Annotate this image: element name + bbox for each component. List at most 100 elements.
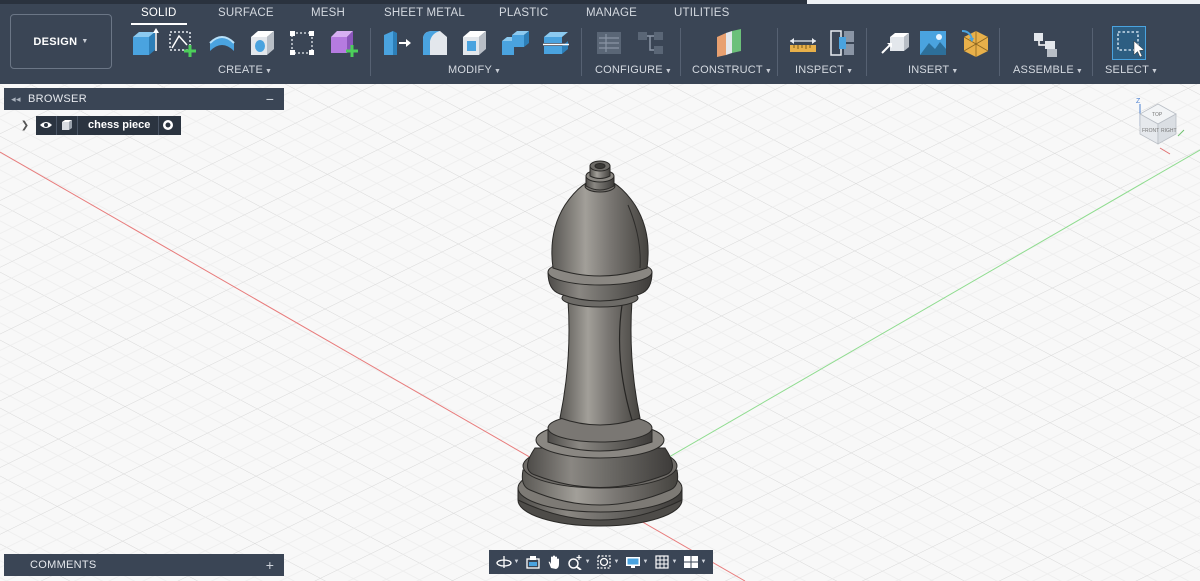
measure-icon[interactable] [788, 27, 818, 59]
construct-group-label: CONSTRUCT [692, 64, 763, 76]
zoom-button[interactable]: ▼ [567, 554, 591, 570]
split-body-icon[interactable] [541, 27, 571, 59]
component-icon [57, 115, 78, 135]
viewcube-front-label: FRONT [1142, 128, 1159, 134]
tab-plastic[interactable]: PLASTIC [499, 7, 548, 19]
dimension-sketch-icon[interactable] [288, 27, 318, 59]
parameters-icon[interactable] [595, 27, 625, 59]
fit-button[interactable]: ▼ [596, 554, 620, 570]
minimize-icon[interactable]: − [256, 91, 284, 107]
toolbar-divider [680, 28, 681, 76]
viewcube-top-label: TOP [1152, 112, 1163, 118]
orbit-icon [495, 556, 512, 568]
insert-group-label: INSERT [908, 64, 950, 76]
orbit-button[interactable]: ▼ [495, 554, 519, 570]
pan-button[interactable] [546, 554, 562, 570]
construct-group-button[interactable]: CONSTRUCT ▼ [692, 64, 772, 76]
tab-mesh[interactable]: MESH [311, 7, 345, 19]
zoom-icon [567, 555, 582, 570]
chevron-down-icon: ▼ [664, 68, 672, 75]
hole-icon[interactable] [248, 27, 278, 59]
viewports-icon [683, 556, 698, 568]
decal-icon[interactable] [918, 27, 948, 59]
joint-icon[interactable] [1031, 27, 1061, 59]
browser-title: BROWSER [28, 93, 87, 105]
assemble-group-button[interactable]: ASSEMBLE ▼ [1013, 64, 1083, 76]
display-settings-button[interactable]: ▼ [625, 554, 648, 570]
select-group-button[interactable]: SELECT ▼ [1105, 64, 1158, 76]
comments-panel-header[interactable]: COMMENTS + [4, 554, 284, 576]
viewcube-right-label: RIGHT [1161, 128, 1177, 134]
visibility-eye-icon[interactable] [36, 115, 57, 135]
canvas-viewport[interactable] [0, 84, 1200, 581]
view-cube[interactable]: Z TOP FRONT RIGHT [1130, 96, 1186, 156]
toolbar-divider [866, 28, 867, 76]
browser-tree-item[interactable]: ❯ chess piece [18, 115, 182, 135]
pan-hand-icon [548, 555, 559, 569]
grid-settings-button[interactable]: ▼ [654, 554, 677, 570]
look-at-icon [525, 556, 540, 569]
select-window-icon[interactable] [1112, 26, 1146, 60]
display-icon [625, 557, 640, 568]
toolbar-divider [581, 28, 582, 76]
combine-icon[interactable] [500, 27, 530, 59]
activate-radio-icon[interactable] [158, 115, 177, 135]
tab-surface[interactable]: SURFACE [218, 7, 274, 19]
toolbar: DESIGN ▼ SOLID SURFACE MESH SHEET METAL … [0, 0, 1200, 84]
toolbar-divider [777, 28, 778, 76]
offset-plane-icon[interactable] [714, 27, 744, 59]
assemble-group-label: ASSEMBLE [1013, 64, 1074, 76]
comments-title: COMMENTS [30, 559, 97, 571]
isometric-grid [0, 84, 1200, 581]
fit-icon [596, 555, 611, 569]
title-strip [0, 0, 1200, 4]
grid-icon [654, 555, 669, 569]
add-comment-icon[interactable]: + [256, 557, 284, 573]
chevron-down-icon: ▼ [81, 38, 89, 45]
create-group-button[interactable]: CREATE ▼ [218, 64, 272, 76]
chevron-down-icon: ▼ [1151, 68, 1159, 75]
insert-group-button[interactable]: INSERT ▼ [908, 64, 958, 76]
chevron-down-icon: ▼ [764, 68, 772, 75]
toolbar-divider [1092, 28, 1093, 76]
insert-derive-icon[interactable] [880, 27, 910, 59]
select-group-label: SELECT [1105, 64, 1149, 76]
tab-solid[interactable]: SOLID [131, 7, 186, 25]
chevron-down-icon: ▼ [265, 68, 273, 75]
press-pull-icon[interactable] [381, 27, 411, 59]
inspect-group-label: INSPECT [795, 64, 845, 76]
create-sketch-icon[interactable] [167, 27, 197, 59]
fillet-icon[interactable] [420, 27, 450, 59]
toolbar-divider [999, 28, 1000, 76]
revolve-icon[interactable] [207, 27, 237, 59]
inspect-group-button[interactable]: INSPECT ▼ [795, 64, 853, 76]
chevron-down-icon: ▼ [846, 68, 854, 75]
axis-z-label: Z [1136, 98, 1141, 105]
workspace-switcher-button[interactable]: DESIGN ▼ [10, 14, 112, 69]
tab-manage[interactable]: MANAGE [586, 7, 637, 19]
insert-mesh-icon[interactable] [960, 27, 990, 59]
tree-node-chess-piece[interactable]: chess piece [36, 115, 182, 135]
tab-utilities[interactable]: UTILITIES [674, 7, 729, 19]
chevron-down-icon: ▼ [951, 68, 959, 75]
collapse-panel-icon[interactable]: ◂◂ [4, 94, 28, 105]
workspace-label: DESIGN [33, 35, 78, 48]
modify-group-button[interactable]: MODIFY ▼ [448, 64, 501, 76]
expand-chevron-icon[interactable]: ❯ [18, 120, 32, 131]
configure-group-label: CONFIGURE [595, 64, 663, 76]
form-icon[interactable] [328, 27, 358, 59]
tab-sheet-metal[interactable]: SHEET METAL [384, 7, 465, 19]
shell-icon[interactable] [460, 27, 490, 59]
chevron-down-icon: ▼ [493, 68, 502, 75]
interference-icon[interactable] [828, 27, 858, 59]
configuration-icon[interactable] [636, 27, 666, 59]
chevron-down-icon: ▼ [1075, 68, 1084, 75]
configure-group-button[interactable]: CONFIGURE ▼ [595, 64, 672, 76]
tree-node-label: chess piece [88, 119, 151, 131]
look-at-button[interactable] [525, 554, 541, 570]
navigation-bar: ▼ ▼ ▼ ▼ ▼ ▼ [489, 550, 713, 574]
browser-panel-header[interactable]: ◂◂ BROWSER − [4, 88, 284, 110]
viewports-button[interactable]: ▼ [683, 554, 706, 570]
toolbar-divider [370, 28, 371, 76]
extrude-icon[interactable] [129, 27, 159, 59]
